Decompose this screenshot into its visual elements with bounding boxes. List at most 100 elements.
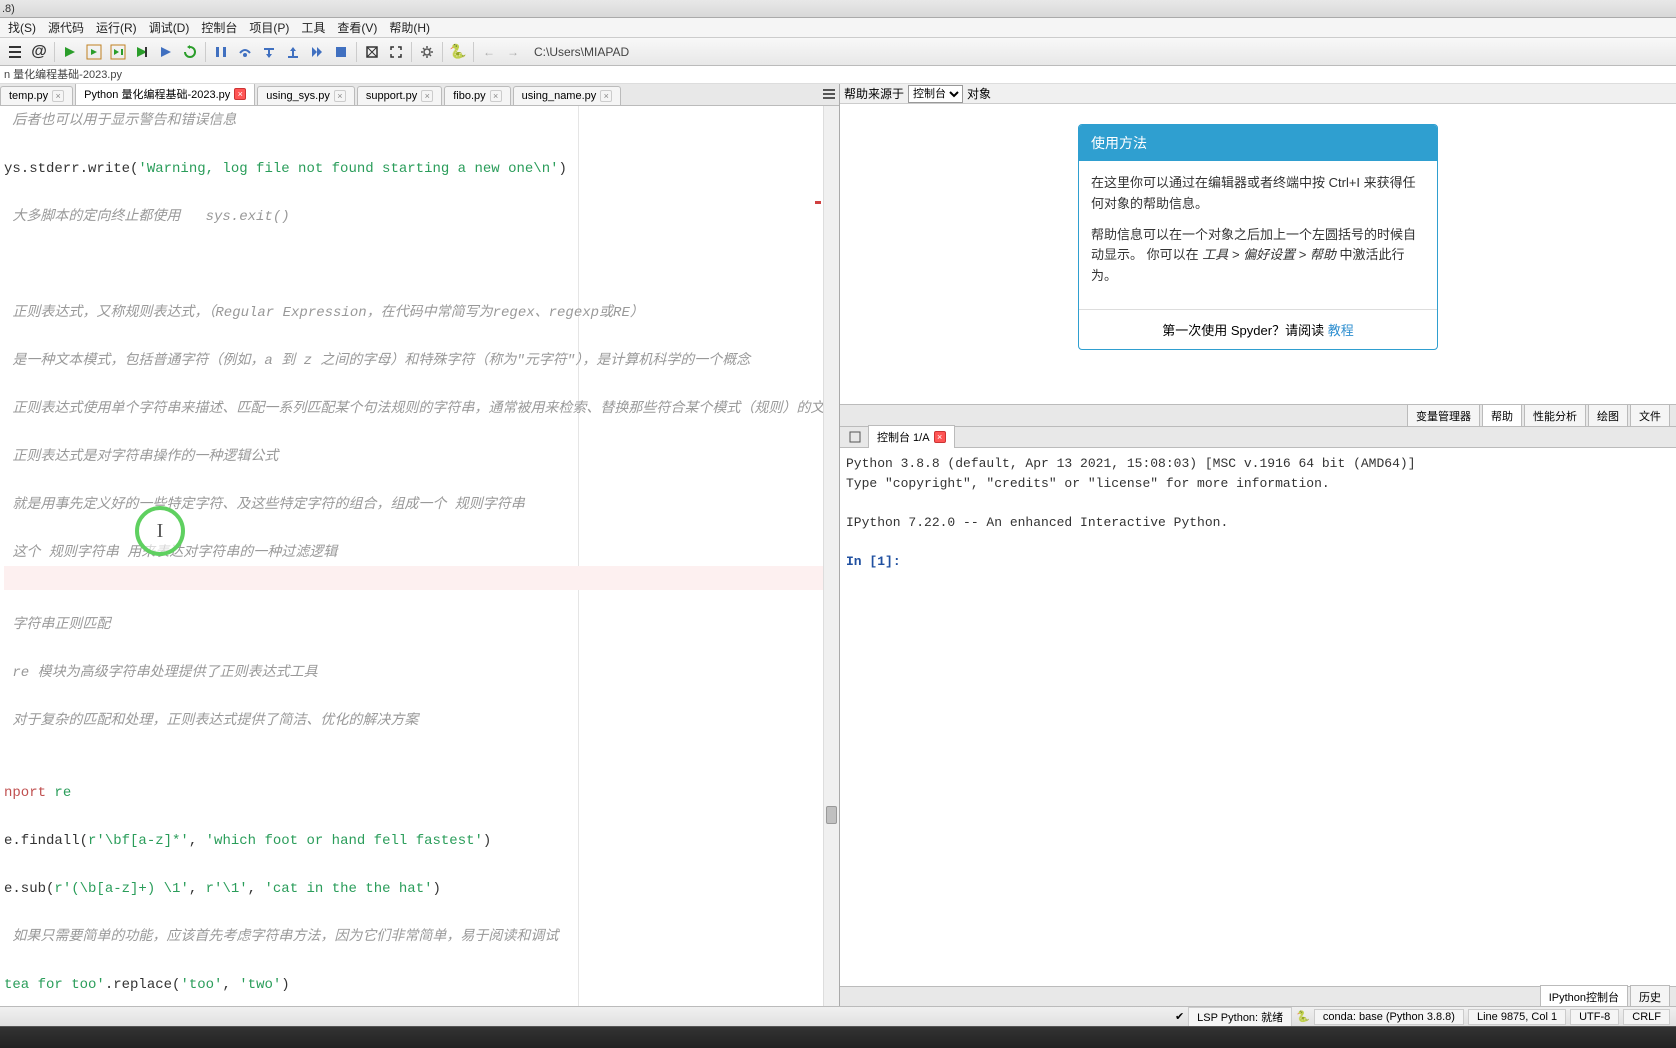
code-line[interactable] (4, 566, 839, 590)
code-line[interactable] (4, 230, 839, 254)
close-icon[interactable]: × (490, 90, 502, 102)
close-icon[interactable]: × (934, 431, 946, 443)
tab-using-sys[interactable]: using_sys.py × (257, 86, 355, 105)
code-line[interactable] (4, 806, 839, 830)
code-line[interactable] (4, 686, 839, 710)
close-icon[interactable]: × (334, 90, 346, 102)
debug-run-icon[interactable] (155, 41, 177, 63)
tab-files[interactable]: 文件 (1630, 404, 1670, 428)
debug-pause-icon[interactable] (210, 41, 232, 63)
menu-debug[interactable]: 调试(D) (143, 17, 196, 38)
step-over-icon[interactable] (234, 41, 256, 63)
code-line[interactable] (4, 902, 839, 926)
scroll-thumb[interactable] (826, 806, 837, 824)
code-line[interactable] (4, 854, 839, 878)
code-line[interactable] (4, 182, 839, 206)
stop-icon[interactable] (330, 41, 352, 63)
code-line[interactable]: 正则表达式是对字符串操作的一种逻辑公式 (4, 446, 839, 470)
code-line[interactable]: 正则表达式使用单个字符串来描述、匹配一系列匹配某个句法规则的字符串，通常被用来检… (4, 398, 839, 422)
code-line[interactable] (4, 518, 839, 542)
code-line[interactable]: 如果只需要简单的功能，应该首先考虑字符串方法，因为它们非常简单，易于阅读和调试 (4, 926, 839, 950)
tab-fibo[interactable]: fibo.py × (444, 86, 510, 105)
run-selection-icon[interactable] (131, 41, 153, 63)
tab-menu-icon[interactable] (821, 86, 837, 102)
code-line[interactable] (4, 638, 839, 662)
run-cell-icon[interactable] (83, 41, 105, 63)
menu-source[interactable]: 源代码 (42, 17, 90, 38)
nav-back-icon[interactable]: ← (478, 41, 500, 63)
tab-support[interactable]: support.py × (357, 86, 442, 105)
menu-view[interactable]: 查看(V) (331, 17, 383, 38)
menu-console[interactable]: 控制台 (195, 17, 243, 38)
at-icon[interactable]: @ (28, 41, 50, 63)
maximize-icon[interactable] (361, 41, 383, 63)
console-prompt[interactable]: In [1]: (846, 552, 1670, 572)
tab-history[interactable]: 历史 (1630, 985, 1670, 1007)
close-icon[interactable]: × (234, 88, 246, 100)
code-line[interactable] (4, 734, 839, 758)
code-line[interactable]: re 模块为高级字符串处理提供了正则表达式工具 (4, 662, 839, 686)
code-area[interactable]: 后者也可以用于显示警告和错误信息 ys.stderr.write('Warnin… (0, 106, 839, 1002)
help-source-select[interactable]: 控制台 (908, 85, 963, 103)
code-line[interactable] (4, 326, 839, 350)
code-line[interactable]: tea for too'.replace('too', 'two') (4, 974, 839, 998)
menu-tools[interactable]: 工具 (295, 17, 331, 38)
status-eol[interactable]: CRLF (1623, 1009, 1670, 1025)
run-cell-advance-icon[interactable] (107, 41, 129, 63)
editor-body[interactable]: 后者也可以用于显示警告和错误信息 ys.stderr.write('Warnin… (0, 106, 839, 1006)
console-menu-icon[interactable] (844, 426, 866, 448)
code-line[interactable] (4, 374, 839, 398)
code-line[interactable]: 对于复杂的匹配和处理，正则表达式提供了简洁、优化的解决方案 (4, 710, 839, 734)
outline-icon[interactable] (4, 41, 26, 63)
close-icon[interactable]: × (600, 90, 612, 102)
menu-run[interactable]: 运行(R) (90, 17, 143, 38)
os-taskbar[interactable] (0, 1026, 1676, 1048)
console-tab-1[interactable]: 控制台 1/A × (868, 425, 955, 449)
editor-scrollbar[interactable] (823, 106, 839, 1006)
code-line[interactable]: 大多脚本的定向终止都使用 sys.exit() (4, 206, 839, 230)
code-line[interactable]: 这个 规则字符串 用来表达对字符串的一种过滤逻辑 (4, 542, 839, 566)
tab-using-name[interactable]: using_name.py × (513, 86, 622, 105)
tab-plots[interactable]: 绘图 (1588, 404, 1628, 428)
menu-help[interactable]: 帮助(H) (383, 17, 436, 38)
menu-find[interactable]: 找(S) (2, 17, 42, 38)
code-line[interactable] (4, 422, 839, 446)
code-line[interactable]: 正则表达式，又称规则表达式，（Regular Expression，在代码中常简… (4, 302, 839, 326)
preferences-icon[interactable] (416, 41, 438, 63)
code-line[interactable] (4, 254, 839, 278)
nav-forward-icon[interactable]: → (502, 41, 524, 63)
code-line[interactable] (4, 470, 839, 494)
tab-temp[interactable]: temp.py × (0, 86, 73, 105)
tab-variable-explorer[interactable]: 变量管理器 (1407, 404, 1480, 428)
code-line[interactable] (4, 278, 839, 302)
continue-icon[interactable] (306, 41, 328, 63)
code-line[interactable]: ys.stderr.write('Warning, log file not f… (4, 158, 839, 182)
code-line[interactable]: e.findall(r'\bf[a-z]*', 'which foot or h… (4, 830, 839, 854)
restart-icon[interactable] (179, 41, 201, 63)
status-lsp[interactable]: LSP Python: 就绪 (1188, 1007, 1292, 1027)
tab-main[interactable]: Python 量化编程基础-2023.py × (75, 84, 255, 105)
menu-project[interactable]: 项目(P) (243, 17, 295, 38)
tab-ipython-console[interactable]: IPython控制台 (1540, 985, 1628, 1007)
code-line[interactable] (4, 134, 839, 158)
close-icon[interactable]: × (421, 90, 433, 102)
code-line[interactable] (4, 758, 839, 782)
code-line[interactable]: 字符串正则匹配 (4, 614, 839, 638)
step-into-icon[interactable] (258, 41, 280, 63)
tutorial-link[interactable]: 教程 (1328, 323, 1354, 338)
code-line[interactable]: nport re (4, 782, 839, 806)
status-encoding[interactable]: UTF-8 (1570, 1009, 1619, 1025)
step-out-icon[interactable] (282, 41, 304, 63)
console-body[interactable]: Python 3.8.8 (default, Apr 13 2021, 15:0… (840, 448, 1676, 986)
close-icon[interactable]: × (52, 90, 64, 102)
code-line[interactable] (4, 590, 839, 614)
code-line[interactable]: e.sub(r'(\b[a-z]+) \1', r'\1', 'cat in t… (4, 878, 839, 902)
code-line[interactable] (4, 950, 839, 974)
status-conda[interactable]: conda: base (Python 3.8.8) (1314, 1009, 1464, 1025)
code-line[interactable]: 就是用事先定义好的一些特定字符、及这些特定字符的组合，组成一个 规则字符串 (4, 494, 839, 518)
tab-help[interactable]: 帮助 (1482, 404, 1522, 428)
code-line[interactable]: 是一种文本模式，包括普通字符（例如，a 到 z 之间的字母）和特殊字符（称为"元… (4, 350, 839, 374)
run-icon[interactable] (59, 41, 81, 63)
tab-profiler[interactable]: 性能分析 (1524, 404, 1586, 428)
python-path-icon[interactable]: 🐍 (447, 41, 469, 63)
